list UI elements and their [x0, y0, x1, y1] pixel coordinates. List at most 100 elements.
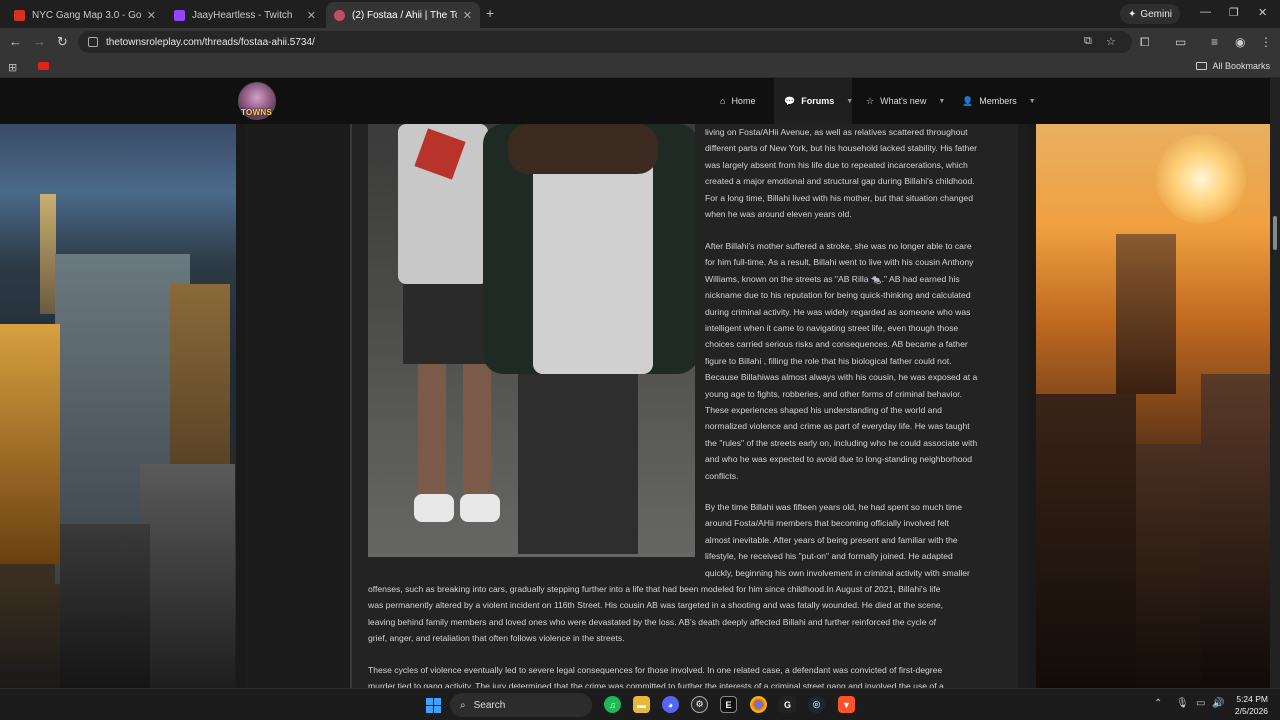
app-icon[interactable]: G — [779, 696, 796, 713]
windows-start-icon[interactable] — [426, 698, 441, 713]
post-paragraph: These cycles of violence eventually led … — [368, 662, 1008, 688]
chevron-down-icon[interactable]: ▼ — [1029, 98, 1036, 105]
close-window-icon[interactable]: ✕ — [1258, 6, 1267, 19]
background-city-image-left — [0, 124, 236, 688]
apps-grid-icon[interactable]: ⊞ — [8, 61, 17, 74]
nav-home[interactable]: ⌂ Home — [710, 78, 765, 124]
text-line: For a long time, Billahi lived with his … — [705, 192, 973, 203]
text-line: around Fosta/AHii members that becoming … — [705, 518, 949, 529]
tab-title: NYC Gang Map 3.0 - Google M — [32, 9, 141, 21]
search-label: Search — [473, 699, 506, 711]
text-line: By the time Billahi was fifteen years ol… — [705, 502, 962, 512]
logo-text: TOWNS — [241, 108, 273, 117]
nav-whats-new-label: What's new — [880, 96, 927, 106]
discord-icon[interactable]: ◕ — [662, 696, 679, 713]
text-line: These experiences shaped his understandi… — [705, 405, 942, 416]
scrollbar-thumb[interactable] — [1273, 216, 1277, 250]
text-line: conflicts. — [705, 470, 739, 481]
media-control-icon[interactable]: ≡ — [1211, 35, 1218, 49]
chevron-down-icon[interactable]: ▼ — [846, 98, 853, 105]
steam-alt-icon[interactable]: ⚙ — [691, 696, 708, 713]
menu-dots-icon[interactable]: ⋮ — [1260, 35, 1272, 49]
sparkle-icon: ✦ — [1127, 8, 1137, 20]
text-line: choices carried serious risks and conseq… — [705, 339, 968, 350]
forum-content: living on Fosta/AHii Avenue, as well as … — [245, 124, 1028, 688]
site-info-icon[interactable] — [88, 37, 98, 47]
profile-avatar-icon[interactable]: ◉ — [1235, 35, 1245, 49]
chevron-down-icon[interactable]: ▼ — [938, 98, 945, 105]
address-bar[interactable]: thetownsroleplay.com/threads/fostaa-ahii… — [78, 31, 1132, 53]
text-line: different parts of New York, but his hou… — [705, 143, 977, 154]
volume-icon[interactable]: 🔊 — [1212, 698, 1224, 709]
text-line: for him full-time. As a result, Billahi … — [705, 257, 974, 268]
reload-icon[interactable]: ↻ — [57, 34, 68, 50]
chevron-up-icon[interactable]: ⌃ — [1154, 698, 1162, 709]
clock-date: 2/5/2026 — [1234, 706, 1268, 716]
nav-members-label: Members — [979, 96, 1017, 106]
system-clock[interactable]: 5:24 PM 2/5/2026 — [1226, 693, 1268, 717]
steam-icon[interactable]: ◎ — [808, 696, 825, 713]
text-line: quickly, beginning his own involvement i… — [705, 567, 970, 578]
text-line: murder tied to gang activity. The jury d… — [368, 681, 944, 688]
text-line: almost inevitable. After years of being … — [705, 534, 958, 545]
network-icon[interactable]: ▭ — [1196, 698, 1205, 709]
extensions-icon[interactable]: ⧠ — [1140, 35, 1150, 50]
minimize-icon[interactable]: — — [1200, 6, 1211, 18]
tab-towns-roleplay[interactable]: (2) Fostaa / Ahii | The Towns Ro ✕ — [326, 2, 480, 28]
nav-forums[interactable]: 💬 Forums ▼ — [774, 78, 853, 124]
brave-icon[interactable]: ▼ — [838, 696, 855, 713]
microphone-icon[interactable]: 🎙 — [1176, 698, 1189, 709]
forward-icon[interactable]: → — [33, 34, 46, 49]
tab-title: JaayHeartless - Twitch — [192, 9, 293, 21]
nav-whats-new[interactable]: ☆ What's new ▼ — [856, 78, 955, 124]
text-line: After Billahi's mother suffered a stroke… — [705, 241, 972, 251]
gemini-button[interactable]: ✦ Gemini — [1120, 4, 1180, 24]
text-line: intelligent when it came to navigating s… — [705, 323, 959, 334]
nav-members[interactable]: 👤 Members ▼ — [952, 78, 1046, 124]
folder-icon — [1196, 62, 1208, 70]
text-line: and who he was expected to avoid due to … — [705, 454, 973, 465]
post-paragraph: offenses, such as breaking into cars, gr… — [368, 581, 1008, 647]
bookmark-star-icon[interactable]: ☆ — [1106, 35, 1116, 48]
install-app-icon[interactable]: ⧉ — [1084, 35, 1092, 48]
text-line: created a major emotional and structural… — [705, 176, 975, 187]
tab-search-icon[interactable]: ▭ — [1175, 35, 1186, 49]
star-icon: ☆ — [866, 95, 875, 106]
text-line: nickname due to his reputation for being… — [705, 290, 971, 301]
chrome-icon[interactable] — [750, 696, 767, 713]
youtube-bookmark-icon[interactable] — [38, 62, 49, 70]
text-line: was largely absent from his life due to … — [705, 159, 968, 170]
close-tab-icon[interactable]: ✕ — [463, 9, 472, 22]
text-line: offenses, such as breaking into cars, gr… — [368, 584, 941, 594]
url-text: thetownsroleplay.com/threads/fostaa-ahii… — [106, 36, 315, 48]
back-icon[interactable]: ← — [9, 34, 22, 49]
browser-tab-bar: NYC Gang Map 3.0 - Google M ✕ JaayHeartl… — [0, 0, 1280, 28]
post-paragraph: living on Fosta/AHii Avenue, as well as … — [705, 124, 1010, 222]
post-image-characters[interactable] — [368, 124, 695, 557]
text-line: normalized violence and crime as part of… — [705, 421, 970, 432]
all-bookmarks-button[interactable]: All Bookmarks — [1196, 61, 1270, 71]
epic-games-icon[interactable]: E — [720, 696, 737, 713]
tab-google-maps[interactable]: NYC Gang Map 3.0 - Google M ✕ — [6, 2, 164, 28]
twitch-icon — [174, 9, 185, 21]
restore-icon[interactable]: ❐ — [1229, 6, 1239, 19]
close-tab-icon[interactable]: ✕ — [147, 9, 156, 22]
taskbar-search[interactable]: ⌕ Search — [450, 693, 592, 717]
text-line: Williams, known on the streets as "AB Ri… — [705, 273, 960, 284]
file-explorer-icon[interactable]: ▬ — [633, 696, 650, 713]
new-tab-button[interactable]: + — [486, 5, 494, 21]
text-line: Because Billahiwas almost always with hi… — [705, 372, 978, 383]
close-tab-icon[interactable]: ✕ — [307, 9, 316, 22]
tab-twitch[interactable]: JaayHeartless - Twitch ✕ — [166, 2, 324, 28]
text-line: figure to Billahi , filling the role tha… — [705, 355, 952, 366]
text-line: was permanently altered by a violent inc… — [368, 600, 944, 611]
towns-favicon-icon — [334, 9, 345, 21]
forum-post: living on Fosta/AHii Avenue, as well as … — [350, 124, 1018, 688]
site-header: TOWNS ⌂ Home 💬 Forums ▼ ☆ What's new ▼ 👤… — [0, 78, 1280, 124]
text-line: grief, anger, and retaliation that often… — [368, 633, 625, 644]
text-line: young age to fights, robberies, and othe… — [705, 388, 962, 399]
page-scrollbar[interactable] — [1270, 78, 1280, 688]
spotify-icon[interactable]: ♫ — [604, 696, 621, 713]
browser-toolbar: ← → ↻ thetownsroleplay.com/threads/fosta… — [0, 28, 1280, 56]
clock-time: 5:24 PM — [1236, 694, 1268, 704]
